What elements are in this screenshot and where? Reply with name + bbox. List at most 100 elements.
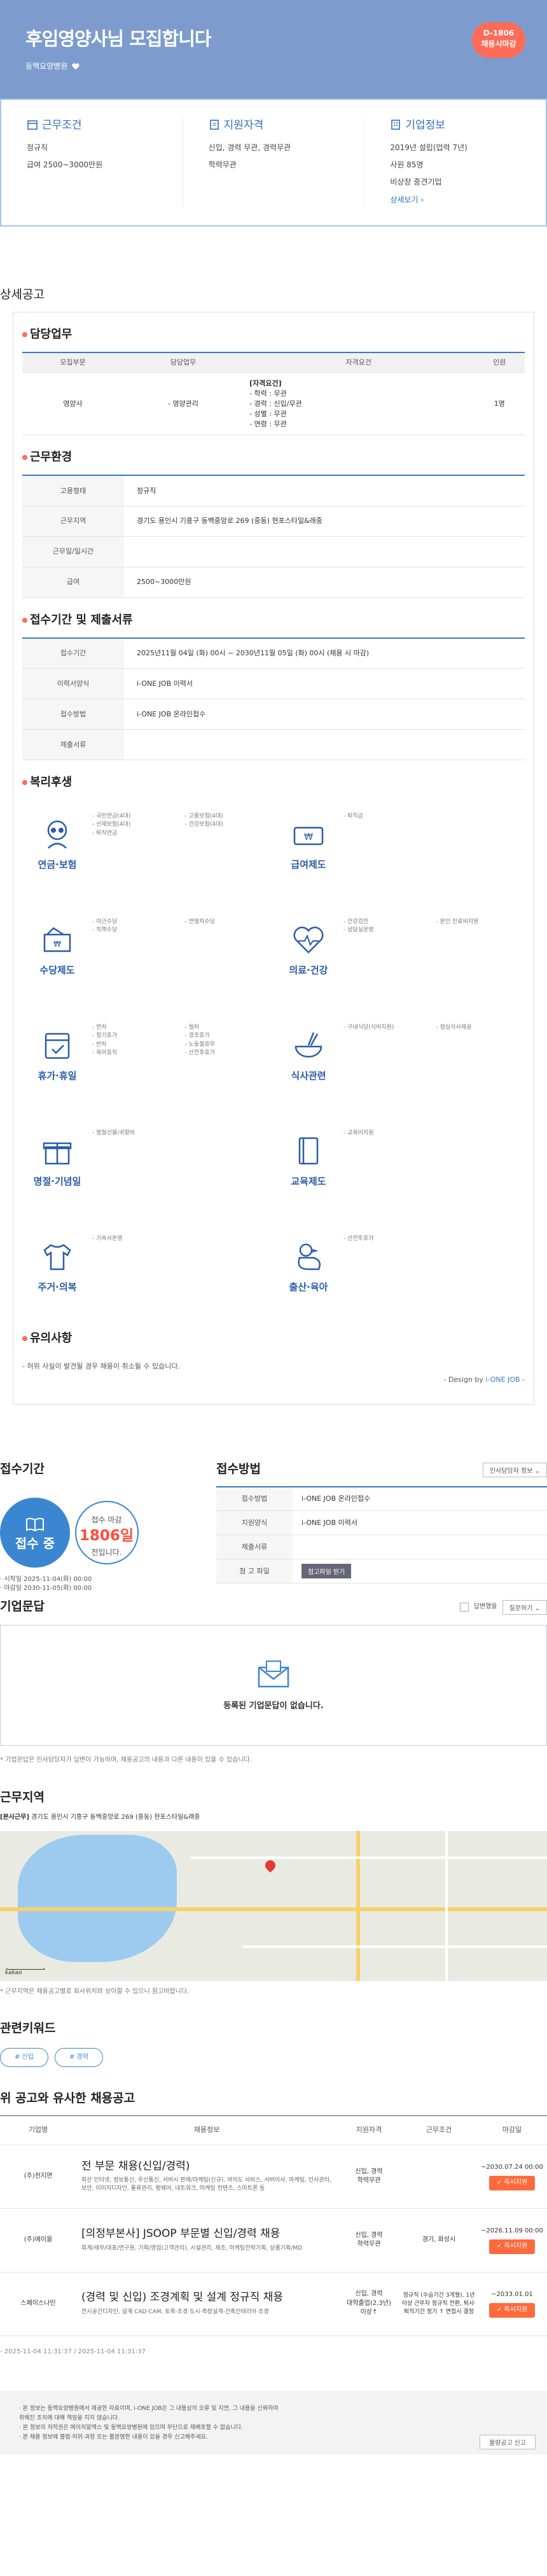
map-brand: kakao	[5, 1970, 22, 1977]
answered-label: 답변했을	[473, 1603, 497, 1610]
detail-section-title: 상세공고	[0, 288, 45, 302]
welfare-housing: 주거·의복 - 기숙사운영	[38, 1236, 123, 1293]
welfare-holiday: 명절·기념일 - 명절선물/귀향비	[33, 1130, 135, 1188]
welfare-health: 의료·건강 - 건강검진 - 본인 진료비지원 - 상담실운영	[289, 919, 479, 977]
table-row[interactable]: (주)에이을 [의정부본사] JSOOP 부문별 신입/경력 채용 회계/세무/대…	[0, 2208, 547, 2273]
welfare-education: 교육제도 - 교육비지원	[274, 1128, 525, 1211]
table-row: 근무일/일시간	[22, 536, 525, 567]
report-button[interactable]: 불량공고 신고	[480, 2435, 536, 2450]
company-detail-link[interactable]: 상세보기 ›	[390, 195, 424, 204]
map-road	[356, 1831, 360, 1982]
summary-conditions: 근무조건 정규직 급여 2500~3000만원	[1, 118, 183, 207]
dday-circle: 접수 마감 1806일 전입니다.	[74, 1500, 139, 1564]
company-name[interactable]: 동백요양병원	[25, 62, 67, 71]
summary-employment-type: 정규직	[27, 143, 48, 152]
similar-job[interactable]: [의정부본사] JSOOP 부문별 신입/경력 채용 회계/세무/대표/연구원, …	[76, 2208, 337, 2273]
company-name-row[interactable]: 동백요양병원	[25, 61, 522, 72]
dday-text: D-1806	[483, 29, 515, 38]
heart-icon[interactable]	[72, 63, 80, 70]
summary-company: 기업정보 2019년 설립(업력 7년) 사원 85명 비상장 중견기업 상세보…	[364, 118, 546, 207]
calendar-icon	[27, 120, 38, 130]
svg-text:₩: ₩	[304, 832, 313, 842]
summary-company-type: 비상장 중견기업	[390, 178, 442, 187]
deadline-type-text: 채용시마감	[481, 39, 516, 49]
similar-company[interactable]: 스페이스나인	[0, 2272, 76, 2336]
location-heading: 근무지역	[0, 1790, 45, 1805]
similar-jobs-section: 위 공고와 유사한 채용공고 기업명 채용정보 지원자격 근무조건 마감일 (주…	[0, 2090, 547, 2357]
apply-now-button[interactable]: ✓ 즉시지원	[488, 2303, 536, 2318]
table-row[interactable]: 스페이스나인 (경력 및 신입) 조경계획 및 설계 정규직 채용 전시공간디자인…	[0, 2272, 547, 2336]
method-table: 접수방법 i-ONE JOB 온라인접수 지원양식 i-ONE JOB 이력서 제출…	[216, 1486, 547, 1584]
apply-section: 접수기간 접수 중 접수 마감 1806일 전입니다. · 시작일 2025-11-…	[0, 1461, 547, 1592]
similar-job[interactable]: 전 부문 채용(신입/경력) 회산 인터넷, 정보통신, 우신통신, 서버시 판매…	[76, 2145, 337, 2209]
book-open-icon	[26, 1517, 44, 1532]
similar-table: 기업명 채용정보 지원자격 근무조건 마감일 (주)천지연 전 부문 채용(신입…	[0, 2115, 547, 2336]
apply-status-circle: 접수 중	[0, 1497, 70, 1568]
apply-method: 접수방법 인사담당자 정보 ⌄ 접수방법 i-ONE JOB 온라인접수 지원양식 i…	[216, 1461, 547, 1584]
welfare-pension: 연금·보험 - 국민연금(4대) - 고용보험(4대) - 산재보험(4대) - 건강보…	[38, 813, 223, 871]
welfare-meal: 식사관련 - 구내식당(식비지원) - 점심식사제공	[274, 1022, 525, 1105]
file-download-button[interactable]: 첨고파일 받기	[301, 1564, 352, 1579]
building-icon	[391, 120, 401, 130]
map-road	[191, 1856, 547, 1860]
apply-now-button[interactable]: ✓ 즉시지원	[488, 2239, 536, 2254]
keyword-tag[interactable]: # 경력	[54, 2047, 103, 2068]
welfare-childcare: 출산·육아 - 산전후휴가	[289, 1236, 374, 1293]
similar-company[interactable]: (주)에이을	[0, 2208, 76, 2273]
duty-col-dept: 모집부문	[22, 351, 123, 373]
location-note: * 근무지역은 채용공고별로 회사위치와 상이할 수 있으니 참고바랍니다.	[0, 1988, 190, 1996]
duty-quals: [자격요건] - 학력 : 무관 - 경력 : 신입/무관 - 성별 : 무관 …	[243, 372, 474, 436]
table-row: 고용형태 정규직	[22, 475, 525, 506]
qa-heading: 기업문답	[0, 1599, 45, 1614]
keyword-tag[interactable]: # 신입	[0, 2047, 48, 2068]
similar-company[interactable]: (주)천지연	[0, 2145, 76, 2209]
book-icon	[298, 1138, 319, 1165]
table-row: 근무지역 경기도 용인시 기흥구 동백중앙로 269 (중동) 현포스타일&래중	[22, 506, 525, 537]
similar-job[interactable]: (경력 및 신입) 조경계획 및 설계 정규직 채용 전시공간디자인, 설계 CA…	[76, 2272, 337, 2336]
duty-dept: 영양사	[22, 372, 123, 436]
summary-panel: 근무조건 정규직 급여 2500~3000만원 지원자격 신입, 경력 무관, …	[0, 99, 547, 226]
mail-icon	[258, 1660, 289, 1687]
summary-employees: 사원 85명	[390, 160, 424, 170]
summary-qualifications-title: 지원자격	[209, 118, 339, 134]
location-map[interactable]: kakao	[0, 1831, 547, 1982]
calendar-check-icon	[45, 1033, 70, 1059]
welfare-heading: 복리후생	[22, 760, 525, 800]
welfare-grid: 연금·보험 - 국민연금(4대) - 고용보험(4대) - 산재보험(4대) - 건강보…	[22, 811, 525, 1316]
caution-text: - 허위 사실이 발견될 경우 채용이 취소될 수 있습니다.	[22, 1361, 180, 1370]
table-row: 접수방법 i-ONE JOB 온라인접수	[22, 699, 525, 730]
summary-career: 신입, 경력 무관, 경력무관	[208, 143, 291, 152]
location-address: [본사근무] 경기도 용인시 기흥구 동백중앙로 269 (중동) 현포스타일&…	[0, 1813, 200, 1821]
meal-icon	[294, 1032, 322, 1058]
summary-salary: 급여 2500~3000만원	[27, 160, 103, 170]
welfare-allowance: ₩ 수당제도 - 야근수당 - 연월차수당 - 직책수당	[22, 917, 274, 999]
deadline-badge: D-1806 채용시마감	[472, 22, 525, 58]
duty-table: 모집부문 담당업무 자격요건 인원 영양사 - 영양관리 [자격요건] - 학력…	[22, 351, 525, 436]
env-table: 고용형태 정규직 근무지역 경기도 용인시 기흥구 동백중앙로 269 (중동) 현…	[22, 475, 525, 598]
table-row: 제출서류	[216, 1535, 547, 1560]
duty-count: 1명	[474, 372, 525, 436]
summary-qualifications: 지원자격 신입, 경력 무관, 경력무관 학력무관	[183, 118, 365, 207]
duty-task: - 영양관리	[123, 372, 244, 436]
hr-info-button[interactable]: 인사담당자 정보 ⌄	[482, 1462, 547, 1477]
table-row[interactable]: (주)천지연 전 부문 채용(신입/경력) 회산 인터넷, 정보통신, 우신통신,…	[0, 2145, 547, 2209]
ask-question-button[interactable]: 질문하기 ⌄	[502, 1599, 547, 1615]
receipt-table: 접수기간 2025년11월 04일 (화) 00시 ~ 2030년11월 05일 …	[22, 637, 525, 761]
table-row: 제출서류	[22, 729, 525, 761]
receipt-heading: 접수기간 및 제출서류	[22, 598, 525, 637]
qa-empty: 등록된 기업문답이 없습니다.	[0, 1624, 547, 1746]
apply-now-button[interactable]: ✓ 즉시지원	[488, 2176, 536, 2190]
footer-notice: · 본 정보는 동백요양병원에서 제공한 자료이며, i-ONE JOB은 그 …	[0, 2391, 547, 2455]
duty-col-count: 인원	[474, 351, 525, 373]
detail-box: 담당업무 모집부문 담당업무 자격요건 인원 영양사 - 영양관리 [자격요건]…	[13, 311, 534, 1405]
qa-section: 기업문답 답변했을 질문하기 ⌄ 등록된 기업문답이 없습니다. * 기업문답은 …	[0, 1598, 547, 1765]
similar-heading: 위 공고와 유사한 채용공고	[0, 2091, 135, 2106]
apply-period-heading: 접수기간	[0, 1462, 45, 1477]
map-lake	[18, 1835, 177, 1963]
summary-education: 학력무관	[208, 160, 237, 170]
answered-checkbox[interactable]	[459, 1603, 469, 1612]
table-row: 지원양식 i-ONE JOB 이력서	[216, 1510, 547, 1536]
env-heading: 근무환경	[22, 435, 525, 475]
apply-dates: · 시작일 2025-11-04(화) 00:00 · 마감일 2030-11-0…	[0, 1575, 92, 1592]
keyword-heading: 관련키워드	[0, 2021, 56, 2035]
